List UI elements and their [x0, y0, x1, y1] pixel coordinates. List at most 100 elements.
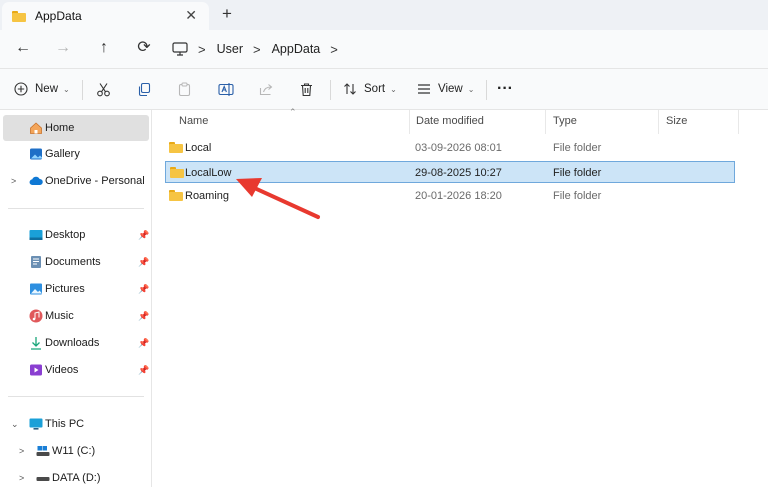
folder-icon	[170, 167, 184, 178]
column-header-type[interactable]: Type	[553, 110, 577, 134]
file-type: File folder	[553, 190, 602, 202]
sidebar-item-label: Desktop	[45, 229, 86, 241]
pictures-icon	[30, 283, 42, 295]
new-label: New	[35, 83, 59, 95]
share-icon	[259, 83, 273, 95]
chevron-down-icon: ⌄	[467, 84, 475, 94]
file-date: 29-08-2025 10:27	[415, 167, 502, 179]
rename-button[interactable]	[218, 79, 234, 99]
sort-icon	[344, 83, 356, 95]
sidebar-item-label: Pictures	[45, 283, 85, 295]
file-name: Roaming	[185, 190, 230, 202]
delete-button[interactable]	[299, 79, 314, 99]
navigation-pane: Home Gallery > OneDrive - Personal Deskt…	[0, 110, 152, 487]
share-button[interactable]	[259, 79, 274, 99]
column-divider[interactable]	[738, 110, 739, 134]
tab-title: AppData	[35, 9, 82, 23]
sidebar-item-documents[interactable]: Documents 📌	[0, 249, 152, 275]
table-row[interactable]: LocalLow 29-08-2025 10:27 File folder	[165, 161, 735, 183]
sidebar-item-onedrive[interactable]: > OneDrive - Personal	[0, 168, 152, 194]
pin-icon[interactable]: 📌	[138, 338, 149, 349]
videos-icon	[30, 364, 42, 376]
pin-icon[interactable]: 📌	[138, 365, 149, 376]
monitor-icon[interactable]	[172, 42, 188, 56]
back-arrow-icon[interactable]: ←	[13, 39, 33, 57]
new-tab-icon[interactable]: +	[222, 4, 232, 24]
new-button[interactable]: New ⌄	[14, 79, 70, 99]
sidebar-item-pictures[interactable]: Pictures 📌	[0, 276, 152, 302]
table-row[interactable]: Local 03-09-2026 08:01 File folder	[165, 137, 735, 159]
divider	[8, 208, 144, 209]
scissors-icon	[97, 82, 110, 96]
up-arrow-icon[interactable]: ↑	[94, 39, 114, 57]
sidebar-item-drive-d[interactable]: > DATA (D:)	[0, 465, 152, 487]
clipboard-icon	[178, 82, 191, 96]
sidebar-item-drive-c[interactable]: > W11 (C:)	[0, 438, 152, 464]
file-type: File folder	[553, 167, 602, 179]
folder-icon	[169, 190, 183, 201]
divider	[486, 80, 487, 100]
breadcrumb-appdata[interactable]: AppData	[272, 42, 321, 56]
folder-icon	[12, 10, 26, 22]
column-divider[interactable]	[409, 110, 410, 134]
monitor-icon	[29, 418, 43, 430]
sidebar-item-label: Gallery	[45, 148, 80, 160]
chevron-right-icon[interactable]: >	[253, 42, 261, 57]
sort-label: Sort	[364, 83, 386, 95]
copy-button[interactable]	[137, 79, 152, 99]
chevron-down-icon: ⌄	[63, 84, 70, 94]
sidebar-item-downloads[interactable]: Downloads 📌	[0, 330, 152, 356]
pin-icon[interactable]: 📌	[138, 311, 149, 322]
chevron-right-icon[interactable]: >	[19, 446, 24, 456]
sidebar-item-label: Documents	[45, 256, 101, 268]
pin-icon[interactable]: 📌	[138, 284, 149, 295]
home-icon	[30, 122, 42, 134]
column-divider[interactable]	[545, 110, 546, 134]
sidebar-item-home[interactable]: Home	[3, 115, 149, 141]
cloud-icon	[29, 176, 43, 186]
sidebar-item-videos[interactable]: Videos 📌	[0, 357, 152, 383]
pin-icon[interactable]: 📌	[138, 257, 149, 268]
sidebar-item-desktop[interactable]: Desktop 📌	[0, 222, 152, 248]
file-name: Local	[185, 142, 212, 154]
forward-arrow-icon[interactable]: →	[53, 39, 73, 57]
table-row[interactable]: Roaming 20-01-2026 18:20 File folder	[165, 185, 735, 207]
sidebar-item-label: Videos	[45, 364, 79, 376]
download-icon	[31, 337, 41, 350]
file-list: ⌃ Name Date modified Type Size Local 03-…	[152, 107, 768, 487]
file-name: LocalLow	[185, 167, 232, 179]
sort-ascending-icon: ⌃	[289, 107, 297, 117]
column-header-size[interactable]: Size	[666, 110, 687, 134]
sidebar-item-gallery[interactable]: Gallery	[0, 141, 152, 167]
chevron-right-icon[interactable]: >	[198, 42, 206, 57]
chevron-right-icon[interactable]: >	[11, 176, 16, 186]
file-date: 20-01-2026 18:20	[415, 190, 502, 202]
more-options-icon[interactable]: ···	[497, 79, 513, 99]
gallery-icon	[30, 148, 42, 160]
chevron-down-icon[interactable]: ⌄	[11, 419, 19, 430]
sidebar-item-label: W11 (C:)	[52, 445, 96, 457]
documents-icon	[31, 256, 41, 268]
sort-button[interactable]: Sort ⌄	[343, 79, 397, 99]
tab-appdata[interactable]: AppData ✕	[2, 2, 209, 30]
cut-button[interactable]	[96, 79, 111, 99]
close-tab-icon[interactable]: ✕	[185, 7, 197, 24]
sidebar-item-label: Downloads	[45, 337, 100, 349]
divider	[330, 80, 331, 100]
file-type: File folder	[553, 142, 602, 154]
drive-icon	[36, 477, 50, 481]
column-header-name[interactable]: Name	[179, 110, 208, 134]
column-header-date[interactable]: Date modified	[416, 110, 484, 134]
breadcrumb-user[interactable]: User	[217, 42, 243, 56]
title-bar: AppData ✕ +	[0, 0, 768, 30]
view-button[interactable]: View ⌄	[417, 79, 474, 99]
refresh-icon[interactable]: ⟳	[134, 39, 154, 57]
pin-icon[interactable]: 📌	[138, 230, 149, 241]
sidebar-item-label: This PC	[45, 418, 85, 430]
chevron-right-icon[interactable]: >	[19, 473, 24, 483]
sidebar-item-this-pc[interactable]: ⌄ This PC	[0, 411, 152, 437]
sidebar-item-music[interactable]: Music 📌	[0, 303, 152, 329]
column-divider[interactable]	[658, 110, 659, 134]
chevron-right-icon[interactable]: >	[330, 42, 338, 57]
paste-button[interactable]	[177, 79, 192, 99]
